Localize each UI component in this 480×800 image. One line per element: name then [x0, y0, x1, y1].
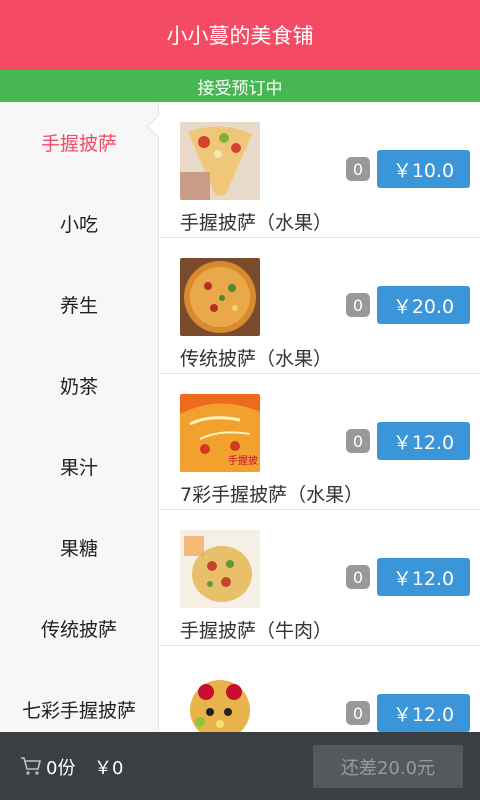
- product-image-beef-pizza[interactable]: [180, 530, 260, 608]
- product-name: 手握披萨（水果）: [180, 212, 333, 234]
- add-to-cart-button[interactable]: ￥12.0: [377, 558, 470, 596]
- product-name: 7彩手握披萨（水果）: [180, 484, 364, 506]
- product-list: 0 ￥10.0 手握披萨（水果） 0 ￥20.0 传统披萨（水果） 手握披 0 …: [159, 102, 480, 732]
- add-to-cart-button[interactable]: ￥12.0: [377, 694, 470, 732]
- category-sidebar: 手握披萨 小吃 养生 奶茶 果汁 果糖 传统披萨 七彩手握披萨: [0, 102, 159, 732]
- sidebar-item-health[interactable]: 养生: [0, 264, 158, 345]
- status-text: 接受预订中: [197, 78, 283, 99]
- add-to-cart-button[interactable]: ￥20.0: [377, 286, 470, 324]
- sidebar-item-milk-tea[interactable]: 奶茶: [0, 345, 158, 426]
- product-item[interactable]: 0 ￥20.0 传统披萨（水果）: [159, 238, 480, 374]
- sidebar-item-label: 传统披萨: [40, 619, 117, 641]
- sidebar-item-hand-pizza[interactable]: 手握披萨: [0, 102, 158, 183]
- product-item[interactable]: 手握披 0 ￥12.0 7彩手握披萨（水果）: [159, 374, 480, 510]
- sidebar-item-label: 果糖: [59, 538, 98, 560]
- checkout-button[interactable]: 还差20.0元: [313, 745, 463, 788]
- page-title: 小小蔓的美食铺: [166, 24, 314, 48]
- product-image-fruit-pizza[interactable]: [180, 666, 260, 732]
- product-item[interactable]: 0 ￥12.0: [159, 646, 480, 732]
- sidebar-item-label: 养生: [59, 295, 98, 317]
- quantity-badge: 0: [346, 157, 370, 181]
- add-to-cart-button[interactable]: ￥12.0: [377, 422, 470, 460]
- product-item[interactable]: 0 ￥12.0 手握披萨（牛肉）: [159, 510, 480, 646]
- add-to-cart-button[interactable]: ￥10.0: [377, 150, 470, 188]
- product-item[interactable]: 0 ￥10.0 手握披萨（水果）: [159, 102, 480, 238]
- cart-icon[interactable]: [20, 756, 42, 776]
- product-name: 手握披萨（牛肉）: [180, 620, 333, 642]
- product-name: 传统披萨（水果）: [180, 348, 333, 370]
- sidebar-item-snacks[interactable]: 小吃: [0, 183, 158, 264]
- quantity-badge: 0: [346, 701, 370, 725]
- status-bar: 接受预订中: [0, 70, 480, 102]
- sidebar-item-juice[interactable]: 果汁: [0, 426, 158, 507]
- cart-footer: 0份 ￥0 还差20.0元: [0, 732, 480, 800]
- image-caption: 手握披: [228, 454, 258, 467]
- cart-total: ￥0: [94, 758, 124, 779]
- app-header: 小小蔓的美食铺: [0, 0, 480, 70]
- sidebar-item-label: 手握披萨: [40, 133, 117, 155]
- sidebar-item-label: 果汁: [59, 457, 98, 479]
- quantity-badge: 0: [346, 429, 370, 453]
- product-image-hand-pizza-fruit[interactable]: [180, 122, 260, 200]
- sidebar-item-traditional-pizza[interactable]: 传统披萨: [0, 588, 158, 669]
- quantity-badge: 0: [346, 565, 370, 589]
- sidebar-item-fruit-sugar[interactable]: 果糖: [0, 507, 158, 588]
- sidebar-item-label: 七彩手握披萨: [21, 700, 136, 722]
- sidebar-item-label: 小吃: [59, 214, 98, 236]
- product-image-rainbow-pizza[interactable]: 手握披: [180, 394, 260, 472]
- quantity-badge: 0: [346, 293, 370, 317]
- product-image-traditional-pizza[interactable]: [180, 258, 260, 336]
- cart-count: 0份: [46, 758, 76, 779]
- sidebar-item-label: 奶茶: [59, 376, 98, 398]
